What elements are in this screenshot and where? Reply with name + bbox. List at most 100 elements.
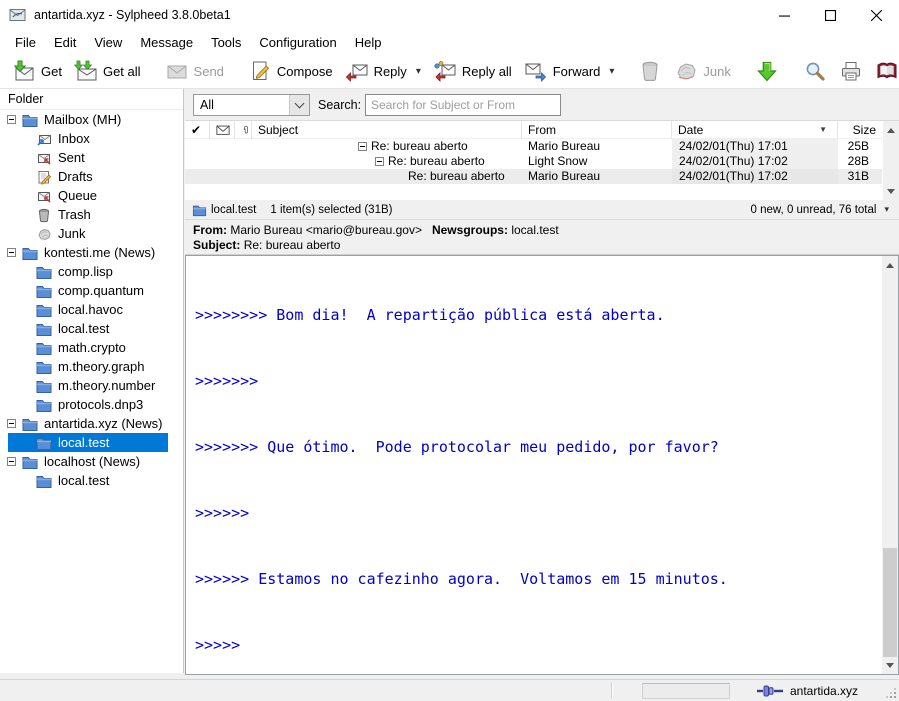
menu-file[interactable]: File xyxy=(8,32,43,53)
body-line: >>>>>>> Que ótimo. Pode protocolar meu p… xyxy=(195,436,882,458)
forward-dropdown-chevron-icon[interactable]: ▾ xyxy=(609,66,614,77)
column-from[interactable]: From xyxy=(522,121,672,139)
message-body-scrollbar[interactable] xyxy=(882,256,898,674)
reply-dropdown-chevron-icon[interactable]: ▾ xyxy=(416,66,421,77)
scroll-down-button[interactable] xyxy=(882,657,898,674)
maximize-button[interactable] xyxy=(807,0,853,30)
folder-item-antartida[interactable]: antartida.xyz (News) xyxy=(0,414,183,433)
folder-pane: Folder Mailbox (MH) Inbox Sent Drafts Qu… xyxy=(0,89,184,673)
collapse-expander-icon[interactable] xyxy=(7,115,16,124)
get-button[interactable]: Get xyxy=(6,56,68,86)
message-from: Light Snow xyxy=(522,154,672,169)
folder-item-sent[interactable]: Sent xyxy=(0,148,183,167)
forward-button[interactable]: Forward ▾ xyxy=(518,56,621,86)
scroll-up-button[interactable] xyxy=(882,256,898,273)
search-input[interactable] xyxy=(365,94,561,116)
folder-item-local-test-localhost[interactable]: local.test xyxy=(0,471,183,490)
get-all-button[interactable]: Get all xyxy=(68,56,147,86)
message-from: Mario Bureau xyxy=(522,169,672,184)
sylpheed-app-icon xyxy=(9,7,27,23)
folder-item-kontesti[interactable]: kontesti.me (News) xyxy=(0,243,183,262)
inbox-icon xyxy=(36,131,52,147)
thread-expander-icon[interactable] xyxy=(358,142,367,151)
menu-tools[interactable]: Tools xyxy=(204,32,248,53)
address-book-button[interactable] xyxy=(869,56,899,86)
folder-item-drafts[interactable]: Drafts xyxy=(0,167,183,186)
menu-configuration[interactable]: Configuration xyxy=(252,32,343,53)
message-subject: Re: bureau aberto xyxy=(371,139,468,153)
maximize-icon xyxy=(825,10,836,21)
send-label: Send xyxy=(194,64,224,79)
folder-icon xyxy=(22,245,38,261)
active-account-name: antartida.xyz xyxy=(790,684,858,698)
scroll-down-button[interactable] xyxy=(883,183,899,200)
column-mark[interactable]: ✔ xyxy=(185,121,210,139)
menu-view[interactable]: View xyxy=(87,32,129,53)
folder-item-mailbox[interactable]: Mailbox (MH) xyxy=(0,110,183,129)
collapse-expander-icon[interactable] xyxy=(7,419,16,428)
folder-item-protocols-dnp3[interactable]: protocols.dnp3 xyxy=(0,395,183,414)
collapse-expander-icon[interactable] xyxy=(7,457,16,466)
scroll-up-button[interactable] xyxy=(883,121,899,138)
folder-item-m-theory-graph[interactable]: m.theory.graph xyxy=(0,357,183,376)
folder-icon xyxy=(36,435,52,451)
folder-icon xyxy=(36,378,52,394)
thread-expander-icon[interactable] xyxy=(375,157,384,166)
folder-item-inbox[interactable]: Inbox xyxy=(0,129,183,148)
message-row[interactable]: Re: bureau aberto Light Snow 24/02/01(Th… xyxy=(185,154,882,169)
folder-item-localhost[interactable]: localhost (News) xyxy=(0,452,183,471)
counts-dropdown-icon[interactable]: ▾ xyxy=(884,204,889,215)
resize-grip[interactable] xyxy=(885,687,897,699)
column-date[interactable]: Date▼ xyxy=(672,121,838,139)
folder-item-local-test-kontesti[interactable]: local.test xyxy=(0,319,183,338)
folder-icon xyxy=(36,302,52,318)
folder-tree: Mailbox (MH) Inbox Sent Drafts Queue Tra… xyxy=(0,110,183,490)
selection-summary: 1 item(s) selected (31B) xyxy=(270,204,392,216)
message-row[interactable]: Re: bureau aberto Mario Bureau 24/02/01(… xyxy=(185,139,882,154)
folder-icon xyxy=(22,416,38,432)
message-date: 24/02/01(Thu) 17:02 xyxy=(672,169,838,184)
next-unread-button[interactable] xyxy=(749,56,785,86)
folder-icon xyxy=(192,203,207,217)
minimize-button[interactable] xyxy=(761,0,807,30)
collapse-expander-icon[interactable] xyxy=(7,248,16,257)
close-button[interactable] xyxy=(853,0,899,30)
search-button[interactable] xyxy=(797,56,833,86)
folder-item-trash[interactable]: Trash xyxy=(0,205,183,224)
filter-dropdown-button[interactable] xyxy=(289,95,309,115)
folder-item-m-theory-number[interactable]: m.theory.number xyxy=(0,376,183,395)
filter-dropdown[interactable]: All xyxy=(193,94,310,116)
column-subject[interactable]: Subject xyxy=(252,121,522,139)
folder-item-local-havoc[interactable]: local.havoc xyxy=(0,300,183,319)
print-button[interactable] xyxy=(833,56,869,86)
junk-button[interactable]: Junk xyxy=(668,56,736,86)
reply-button[interactable]: Reply ▾ xyxy=(339,56,427,86)
folder-item-junk[interactable]: Junk xyxy=(0,224,183,243)
body-line: >>>>>> xyxy=(195,502,882,524)
triangle-up-icon xyxy=(887,124,895,133)
column-attachment[interactable] xyxy=(235,121,252,139)
column-size[interactable]: Size xyxy=(838,121,882,139)
folder-item-comp-lisp[interactable]: comp.lisp xyxy=(0,262,183,281)
window-title: antartida.xyz - Sylpheed 3.8.0beta1 xyxy=(34,8,231,22)
sylpheed-window: antartida.xyz - Sylpheed 3.8.0beta1 File… xyxy=(0,0,899,701)
reply-all-icon xyxy=(433,59,457,83)
menu-message[interactable]: Message xyxy=(133,32,200,53)
menu-edit[interactable]: Edit xyxy=(47,32,83,53)
delete-button[interactable] xyxy=(632,56,668,86)
folder-item-queue[interactable]: Queue xyxy=(0,186,183,205)
message-row-selected[interactable]: Re: bureau aberto Mario Bureau 24/02/01(… xyxy=(185,169,882,184)
message-list-scrollbar[interactable] xyxy=(883,121,899,200)
message-counts: 0 new, 0 unread, 76 total xyxy=(751,204,877,216)
send-button[interactable]: Send xyxy=(159,56,230,86)
forward-label: Forward xyxy=(553,64,601,79)
list-status-bar: local.test 1 item(s) selected (31B) 0 ne… xyxy=(185,200,899,220)
folder-item-math-crypto[interactable]: math.crypto xyxy=(0,338,183,357)
menu-help[interactable]: Help xyxy=(348,32,389,53)
reply-all-button[interactable]: Reply all xyxy=(427,56,518,86)
compose-button[interactable]: Compose xyxy=(242,56,339,86)
folder-item-comp-quantum[interactable]: comp.quantum xyxy=(0,281,183,300)
folder-item-local-test-antartida[interactable]: local.test xyxy=(0,433,183,452)
scrollbar-thumb[interactable] xyxy=(883,548,897,658)
column-unread[interactable] xyxy=(210,121,235,139)
